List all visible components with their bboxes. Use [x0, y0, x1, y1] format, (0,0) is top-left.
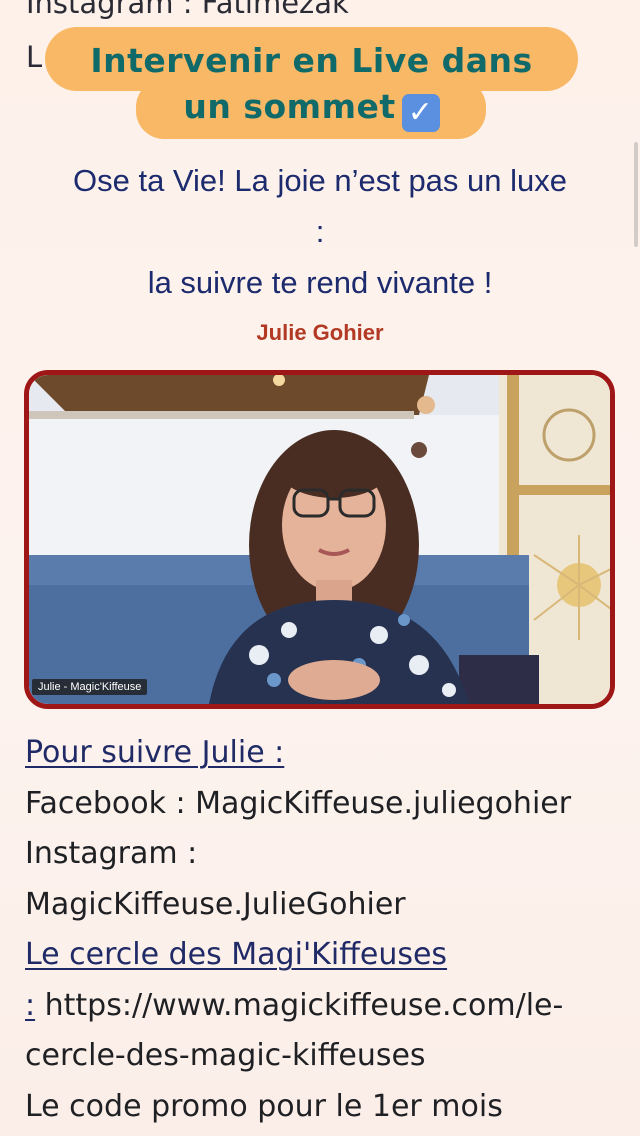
circle-link[interactable]: Le cercle des Magi'Kiffeuses	[25, 937, 447, 972]
follow-section: Pour suivre Julie : Facebook : MagicKiff…	[25, 728, 625, 1132]
talk-title-line3: la suivre te rend vivante !	[147, 265, 493, 300]
previous-instagram-line: Instagram : Fatimezak	[26, 0, 349, 20]
circle-url-part2: cercle-des-magic-kiffeuses	[25, 1038, 426, 1073]
talk-title-line2: :	[315, 214, 325, 249]
talk-title: Ose ta Vie! La joie n’est pas un luxe : …	[10, 155, 630, 308]
participant-name-tag: Julie - Magic'Kiffeuse	[32, 679, 148, 695]
video-still-image	[29, 375, 610, 704]
previous-cut-letter: L	[26, 40, 43, 74]
section-banner: Intervenir en Live dans un sommet ✓	[45, 38, 578, 132]
circle-colon-link[interactable]: :	[25, 988, 35, 1023]
promo-line: Le code promo pour le 1er mois	[25, 1088, 503, 1124]
check-mark-button-icon: ✓	[401, 94, 440, 132]
facebook-line: Facebook : MagicKiffeuse.juliegohier	[25, 785, 572, 821]
talk-title-line1: Ose ta Vie! La joie n’est pas un luxe	[72, 163, 568, 198]
follow-heading: Pour suivre Julie :	[25, 735, 285, 770]
instagram-handle: MagicKiffeuse.JulieGohier	[25, 886, 406, 922]
scrollbar[interactable]	[634, 142, 638, 247]
banner-line2: un sommet	[183, 87, 396, 126]
circle-url-part1: https://www.magickiffeuse.com/le-	[35, 987, 564, 1023]
instagram-label: Instagram :	[25, 836, 198, 871]
video-thumbnail[interactable]: Julie - Magic'Kiffeuse	[24, 370, 615, 709]
banner-line1: Intervenir en Live dans	[90, 41, 533, 80]
speaker-name: Julie Gohier	[256, 320, 384, 345]
